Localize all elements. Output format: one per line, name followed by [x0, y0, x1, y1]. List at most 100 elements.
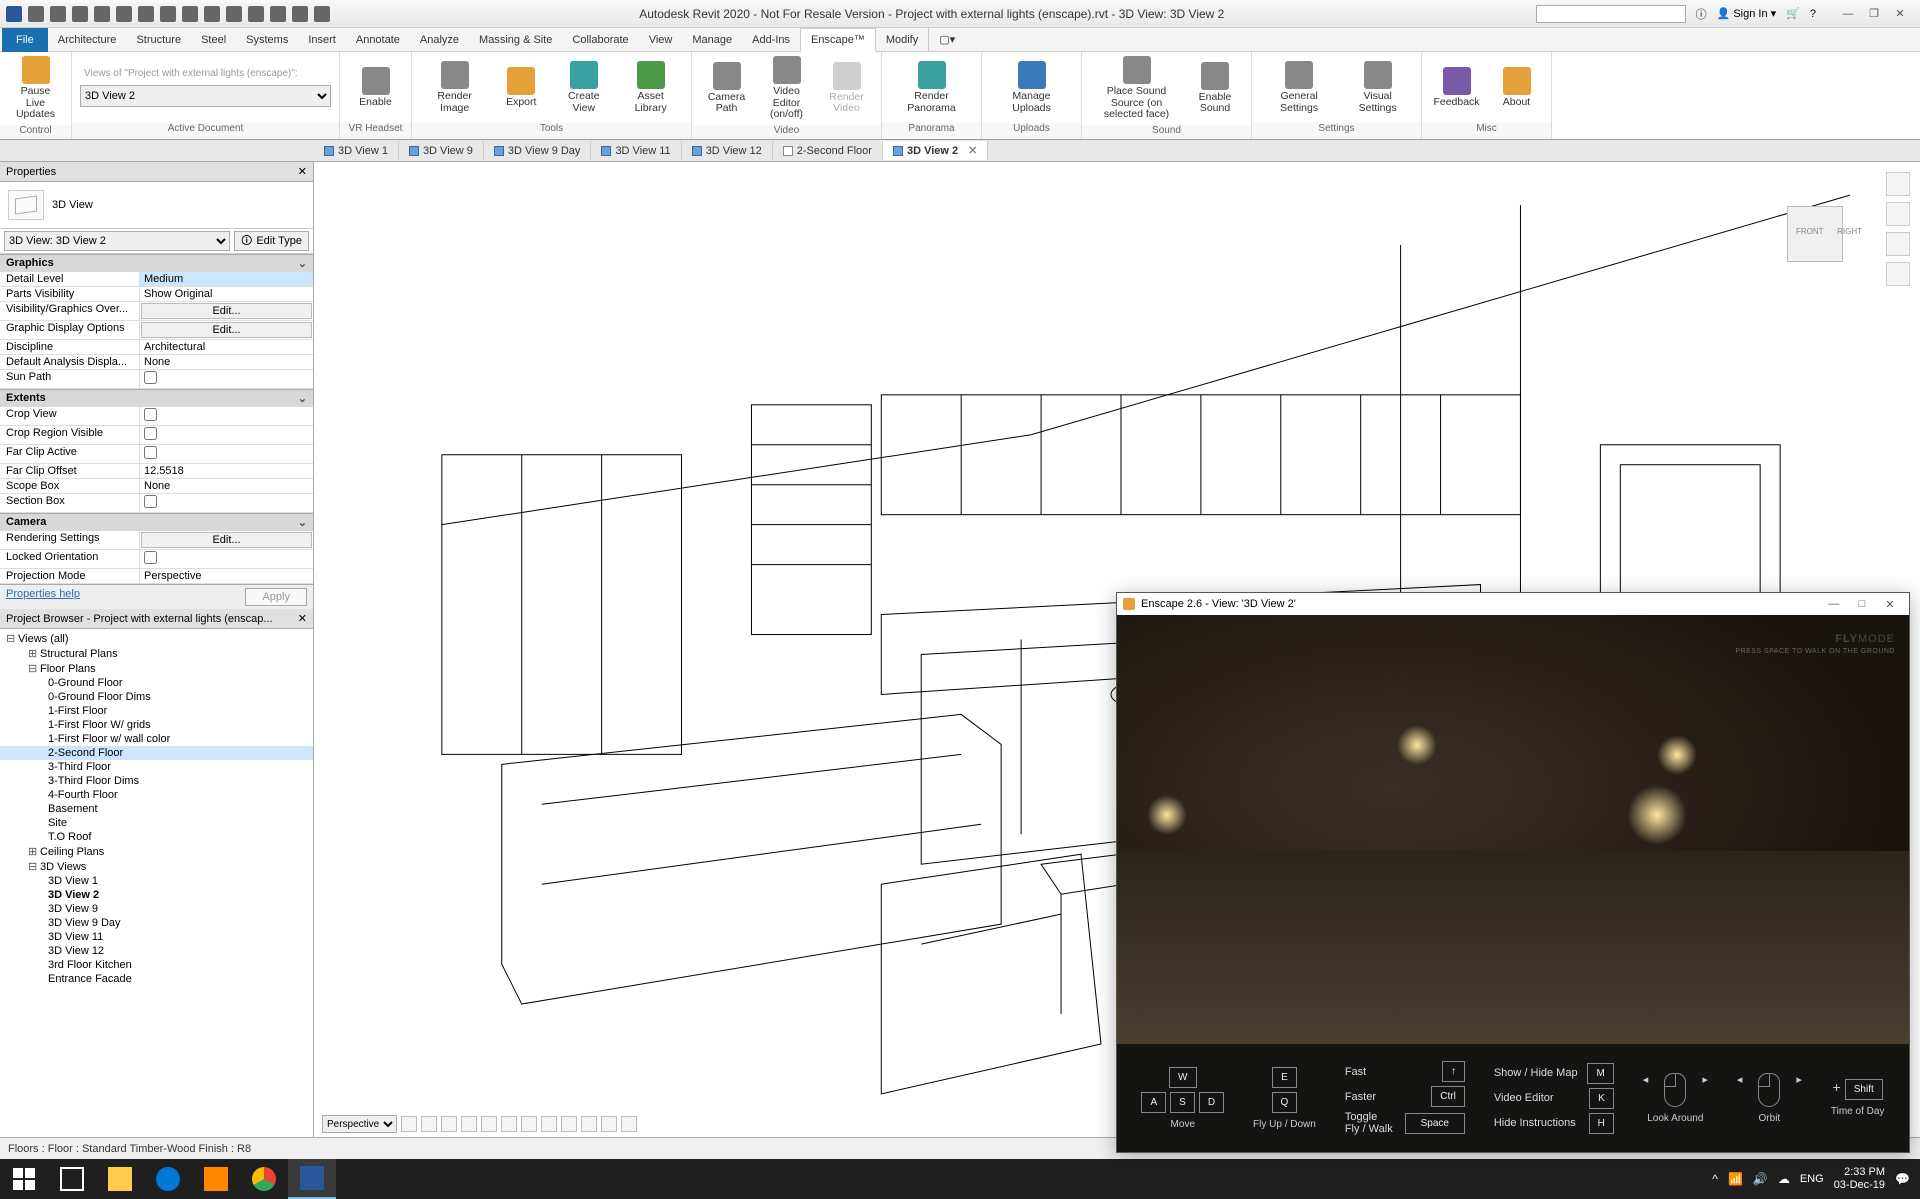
section-icon[interactable]	[248, 6, 264, 22]
tree-item[interactable]: 3D View 1	[0, 874, 313, 888]
tree-item[interactable]: 3D View 11	[0, 930, 313, 944]
pan-icon[interactable]	[1886, 202, 1910, 226]
manage-uploads-button[interactable]: Manage Uploads	[990, 59, 1073, 116]
viewcube-front-face[interactable]: FRONT	[1796, 227, 1824, 236]
tree-item[interactable]: Entrance Facade	[0, 972, 313, 986]
video-editor-button[interactable]: Video Editor (on/off)	[759, 54, 815, 123]
file-tab[interactable]: File	[2, 28, 48, 52]
ribbon-tab-massing-site[interactable]: Massing & Site	[469, 28, 562, 52]
signin-link[interactable]: 👤 Sign In ▾	[1717, 7, 1777, 20]
tree-item[interactable]: 0-Ground Floor	[0, 676, 313, 690]
tree-item[interactable]: 3D View 9 Day	[0, 916, 313, 930]
tree-item[interactable]: 3-Third Floor Dims	[0, 774, 313, 788]
viewcube[interactable]: FRONT RIGHT	[1770, 192, 1860, 282]
tree-item[interactable]: 1-First Floor W/ grids	[0, 718, 313, 732]
tree-twisty-icon[interactable]: ⊟	[28, 860, 38, 873]
collapse-icon[interactable]: ⌄	[298, 392, 307, 405]
prop-value[interactable]: 12.5518	[140, 464, 313, 478]
rendering-icon[interactable]	[461, 1116, 477, 1132]
text-icon[interactable]	[204, 6, 220, 22]
tree-item[interactable]: Site	[0, 816, 313, 830]
tree-item[interactable]: ⊞Structural Plans	[0, 646, 313, 661]
enscape-maximize-button[interactable]: □	[1849, 595, 1875, 613]
ribbon-tab-architecture[interactable]: Architecture	[48, 28, 127, 52]
tree-item[interactable]: 4-Fourth Floor	[0, 788, 313, 802]
tree-twisty-icon[interactable]: ⊞	[28, 647, 38, 660]
camera-path-button[interactable]: Camera Path	[699, 60, 755, 117]
prop-checkbox[interactable]	[144, 408, 157, 421]
tree-item[interactable]: ⊟3D Views	[0, 859, 313, 874]
revit-taskbar-button[interactable]	[288, 1159, 336, 1199]
analytical-icon[interactable]	[601, 1116, 617, 1132]
prop-value[interactable]: Edit...	[141, 532, 312, 548]
view-tab[interactable]: 2-Second Floor	[773, 141, 883, 160]
pause-updates-button[interactable]: Pause Live Updates	[8, 54, 64, 123]
enscape-render-view[interactable]: FLYMODE PRESS SPACE TO WALK ON THE GROUN…	[1117, 615, 1909, 1044]
prop-value[interactable]	[140, 426, 313, 444]
crop-region-icon[interactable]	[501, 1116, 517, 1132]
projection-select[interactable]: Perspective	[322, 1115, 397, 1133]
type-selector[interactable]: 3D View	[0, 182, 313, 229]
tree-item[interactable]: 1-First Floor w/ wall color	[0, 732, 313, 746]
app-exchange-icon[interactable]: 🛒	[1786, 7, 1800, 20]
ribbon-tab-analyze[interactable]: Analyze	[410, 28, 469, 52]
tree-item[interactable]: 0-Ground Floor Dims	[0, 690, 313, 704]
render-panorama-button[interactable]: Render Panorama	[890, 59, 973, 116]
edge-button[interactable]	[144, 1159, 192, 1199]
open-icon[interactable]	[28, 6, 44, 22]
prop-value[interactable]: Show Original	[140, 287, 313, 301]
language-indicator[interactable]: ENG	[1800, 1173, 1824, 1185]
thin-lines-icon[interactable]	[270, 6, 286, 22]
view-tab[interactable]: 3D View 9 Day	[484, 141, 592, 160]
place-sound-button[interactable]: Place Sound Source (on selected face)	[1090, 54, 1183, 123]
viewcube-right-face[interactable]: RIGHT	[1837, 227, 1862, 236]
prop-value[interactable]: Edit...	[141, 303, 312, 319]
volume-icon[interactable]: 🔊	[1753, 1172, 1768, 1186]
infocenter-icon[interactable]: ⓘ	[1696, 6, 1707, 22]
ribbon-tab-systems[interactable]: Systems	[236, 28, 298, 52]
prop-value[interactable]	[140, 550, 313, 568]
enscape-window[interactable]: Enscape 2.6 - View: '3D View 2' — □ ✕ FL…	[1116, 592, 1910, 1153]
asset-library-button[interactable]: Asset Library	[618, 59, 683, 116]
vlc-button[interactable]	[192, 1159, 240, 1199]
tree-item[interactable]: ⊟Views (all)	[0, 631, 313, 646]
tree-item[interactable]: 3rd Floor Kitchen	[0, 958, 313, 972]
ribbon-tab-insert[interactable]: Insert	[298, 28, 346, 52]
tree-item[interactable]: Basement	[0, 802, 313, 816]
tree-item[interactable]: ⊞Ceiling Plans	[0, 844, 313, 859]
tree-item[interactable]: 3D View 12	[0, 944, 313, 958]
orbit-icon[interactable]	[1886, 262, 1910, 286]
undo-icon[interactable]	[72, 6, 88, 22]
enable-sound-button[interactable]: Enable Sound	[1187, 60, 1243, 117]
network-icon[interactable]: 📶	[1728, 1172, 1743, 1186]
tree-item[interactable]: 3-Third Floor	[0, 760, 313, 774]
properties-help-link[interactable]: Properties help	[6, 588, 80, 606]
view-tab[interactable]: 3D View 12	[682, 141, 773, 160]
prop-section-header[interactable]: Camera⌄	[0, 513, 313, 531]
minimize-button[interactable]: —	[1836, 5, 1860, 23]
tree-item[interactable]: 3D View 9	[0, 902, 313, 916]
visual-style-icon[interactable]	[401, 1116, 417, 1132]
tree-item[interactable]: 3D View 2	[0, 888, 313, 902]
project-browser-tree[interactable]: ⊟Views (all)⊞Structural Plans⊟Floor Plan…	[0, 629, 313, 1137]
tree-twisty-icon[interactable]: ⊞	[28, 845, 38, 858]
ribbon-tab-add-ins[interactable]: Add-Ins	[742, 28, 800, 52]
ribbon-tab-view[interactable]: View	[639, 28, 683, 52]
file-explorer-button[interactable]	[96, 1159, 144, 1199]
view-tab[interactable]: 3D View 11	[591, 141, 681, 160]
ribbon-tab-steel[interactable]: Steel	[191, 28, 236, 52]
prop-value[interactable]: Perspective	[140, 569, 313, 583]
create-view-button[interactable]: Create View	[553, 59, 614, 116]
worksharing-icon[interactable]	[581, 1116, 597, 1132]
render-image-button[interactable]: Render Image	[420, 59, 489, 116]
enscape-minimize-button[interactable]: —	[1821, 595, 1847, 613]
tree-item[interactable]: 2-Second Floor	[0, 746, 313, 760]
action-center-icon[interactable]: 💬	[1895, 1172, 1910, 1186]
temp-hide-icon[interactable]	[541, 1116, 557, 1132]
onedrive-icon[interactable]: ☁	[1778, 1172, 1790, 1186]
tree-twisty-icon[interactable]: ⊟	[28, 662, 38, 675]
ribbon-tab-collaborate[interactable]: Collaborate	[562, 28, 638, 52]
export-button[interactable]: Export	[493, 65, 549, 111]
apply-button[interactable]: Apply	[245, 588, 307, 606]
ribbon-tab-annotate[interactable]: Annotate	[346, 28, 410, 52]
